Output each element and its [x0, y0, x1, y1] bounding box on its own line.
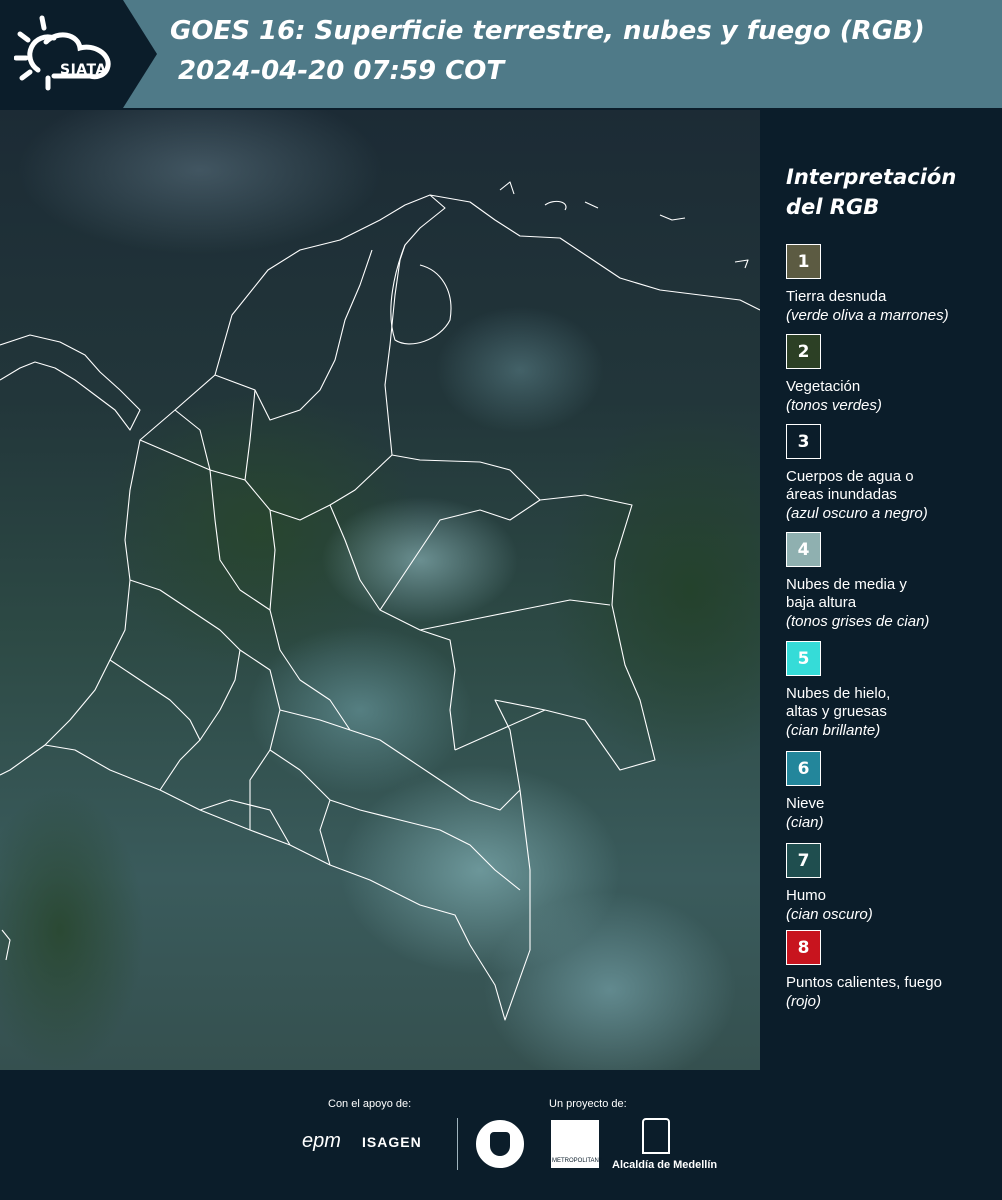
satellite-map [0, 110, 760, 1070]
footer: Con el apoyo de: Un proyecto de: epm ISA… [0, 1070, 1002, 1200]
legend-item: 6 Nieve (cian) [786, 751, 996, 833]
legend-item: 1 Tierra desnuda (verde oliva a marrones… [786, 244, 996, 326]
epm-logo: epm [302, 1130, 341, 1152]
legend-label: Vegetación [786, 378, 861, 395]
legend-swatch: 1 [786, 244, 821, 279]
legend-title: Interpretación del RGB [786, 165, 957, 219]
siata-logo: SIATA [13, 14, 124, 94]
project-label: Un proyecto de: [549, 1098, 627, 1110]
legend-item: 4 Nubes de media y baja altura (tonos gr… [786, 532, 996, 632]
seal-icon [476, 1120, 524, 1168]
timestamp: 2024-04-20 07:59 COT [178, 56, 505, 86]
area-metropolitana-text: METROPOLITANA [552, 1158, 603, 1164]
legend-label: Nubes de media y baja altura [786, 576, 907, 611]
legend-label: Cuerpos de agua o áreas inundadas [786, 468, 914, 503]
legend-sub: (cian) [786, 814, 824, 831]
legend-swatch: 8 [786, 930, 821, 965]
legend-sub: (cian oscuro) [786, 906, 873, 923]
legend-sub: (tonos verdes) [786, 397, 882, 414]
legend-item: 3 Cuerpos de agua o áreas inundadas (azu… [786, 424, 996, 524]
legend-label: Tierra desnuda [786, 288, 887, 305]
alcaldia-icon [642, 1118, 670, 1154]
boundaries-overlay [0, 181, 760, 1021]
legend-item: 7 Humo (cian oscuro) [786, 843, 996, 925]
country-border [0, 194, 656, 1021]
page-title: GOES 16: Superficie terrestre, nubes y f… [170, 16, 925, 46]
page: SIATA GOES 16: Superficie terrestre, nub… [0, 0, 1002, 1200]
alcaldia-logo: Alcaldía de Medellín [612, 1159, 718, 1171]
legend-item: 8 Puntos calientes, fuego (rojo) [786, 930, 996, 1012]
support-label: Con el apoyo de: [328, 1098, 412, 1110]
legend-item: 2 Vegetación (tonos verdes) [786, 334, 996, 416]
legend-label: Nubes de hielo, altas y gruesas [786, 685, 891, 720]
legend: Interpretación del RGB 1 Tierra desnuda … [786, 162, 996, 1010]
legend-label: Puntos calientes, fuego [786, 974, 942, 991]
legend-swatch: 7 [786, 843, 821, 878]
legend-swatch: 3 [786, 424, 821, 459]
legend-label: Nieve [786, 795, 825, 812]
legend-swatch: 4 [786, 532, 821, 567]
legend-sub: (rojo) [786, 993, 822, 1010]
legend-swatch: 5 [786, 641, 821, 676]
logo-text: SIATA [60, 62, 107, 78]
legend-label: Humo [786, 887, 827, 904]
legend-swatch: 2 [786, 334, 821, 369]
legend-swatch: 6 [786, 751, 821, 786]
header: SIATA GOES 16: Superficie terrestre, nub… [0, 0, 1002, 110]
legend-sub: (tonos grises de cian) [786, 613, 930, 630]
legend-sub: (cian brillante) [786, 722, 881, 739]
legend-sub: (verde oliva a marrones) [786, 307, 949, 324]
isagen-logo: ISAGEN [362, 1134, 422, 1150]
map-divider [760, 110, 762, 1070]
sun-cloud-icon [13, 15, 111, 91]
header-chevron [123, 0, 157, 108]
legend-sub: (azul oscuro a negro) [786, 505, 928, 522]
footer-divider [457, 1118, 458, 1170]
legend-item: 5 Nubes de hielo, altas y gruesas (cian … [786, 641, 996, 741]
